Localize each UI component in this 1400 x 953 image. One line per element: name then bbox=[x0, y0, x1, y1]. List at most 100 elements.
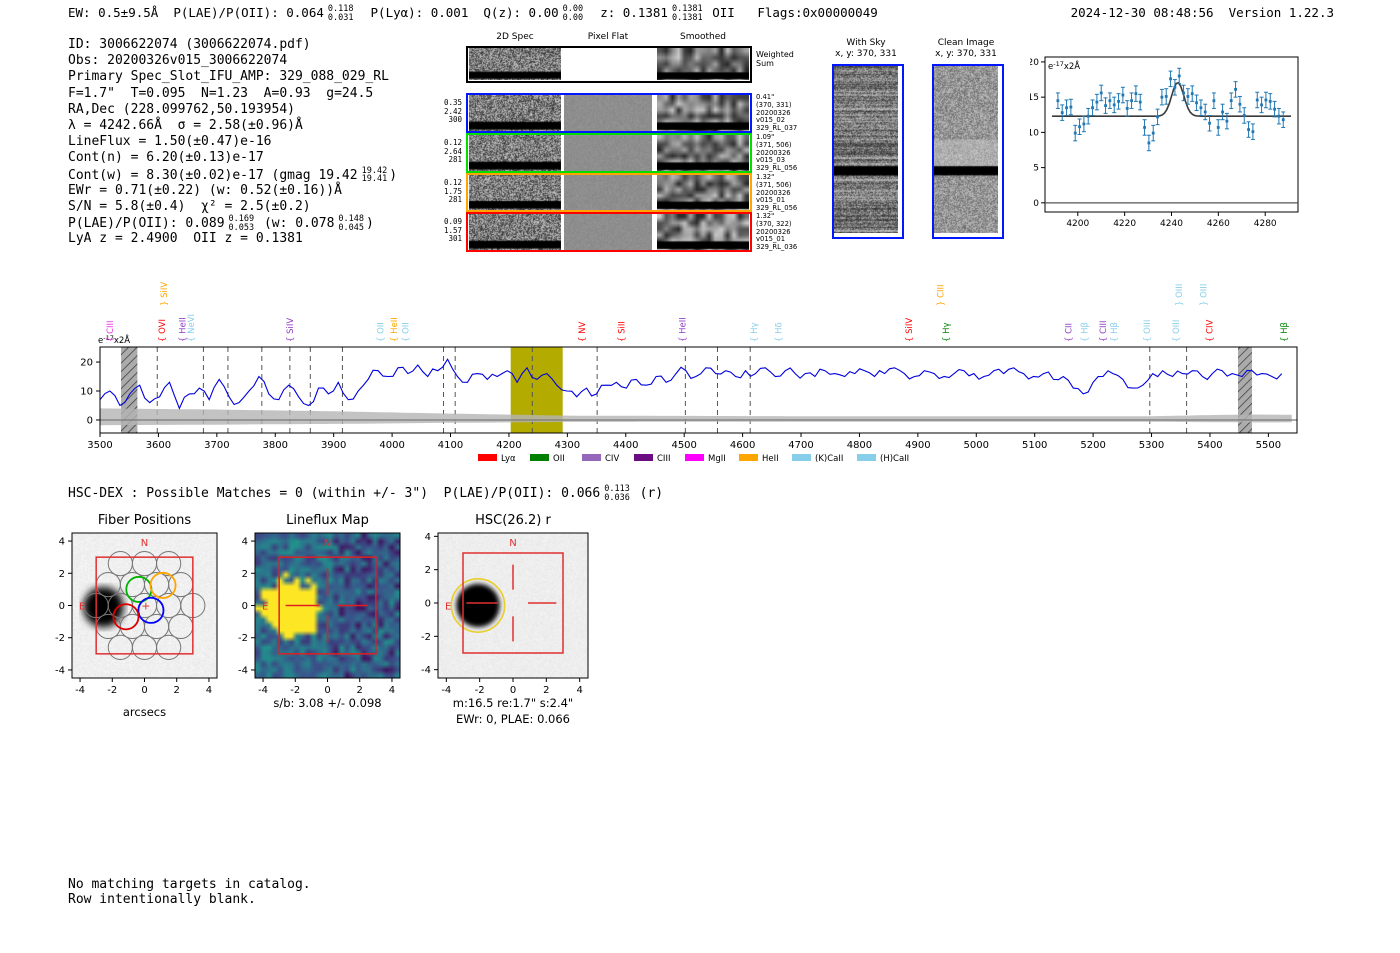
axis-tick-label: 10 bbox=[80, 387, 93, 398]
elixer-report: EW: 0.5±9.5Å P(LAE)/P(OII): 0.064 0.118 0.… bbox=[0, 0, 1400, 953]
hsc-dex-match-line: HSC-DEX : Possible Matches = 0 (within +… bbox=[68, 485, 663, 502]
fiber-cutout-row bbox=[466, 133, 752, 173]
axis-tick-label: 4 bbox=[242, 537, 248, 548]
text-segment: LineFlux = 1.50(±0.47)e-16 bbox=[68, 134, 272, 150]
spectral-line-label: } OIII bbox=[1200, 284, 1210, 306]
axis-tick-label: -4 bbox=[258, 685, 268, 696]
info-line: P(LAE)/P(OII): 0.089 0.169 0.053 (w: 0.078… bbox=[68, 214, 397, 233]
pixel-flat-image bbox=[564, 135, 652, 171]
weighted-sum-label: Weighted Sum bbox=[756, 50, 794, 68]
axis-tick-label: -4 bbox=[441, 685, 451, 696]
spectral-line-label: { HeII bbox=[678, 317, 688, 342]
axis-tick-label: -2 bbox=[475, 685, 485, 696]
axis-tick-label: 4 bbox=[206, 685, 212, 696]
hsc-caption-1: m:16.5 re:1.7" s:2.4" bbox=[452, 696, 574, 710]
axis-tick-label: 5400 bbox=[1197, 440, 1222, 451]
axis-tick-label: -2 bbox=[238, 633, 248, 644]
info-line: Cont(n) = 6.20(±0.13)e-17 bbox=[68, 150, 397, 166]
report-timestamp: 2024-12-30 08:48:56 bbox=[1070, 5, 1214, 20]
axis-tick-label: 3500 bbox=[87, 440, 112, 451]
text-segment: OII Flags:0x00000049 bbox=[704, 5, 878, 20]
axis-tick-label: 5300 bbox=[1139, 440, 1164, 451]
text-segment: Cont(n) = 6.20(±0.13)e-17 bbox=[68, 150, 264, 166]
axis-tick-label: 4300 bbox=[555, 440, 580, 451]
fiber-panel-title: Fiber Positions bbox=[97, 513, 192, 528]
text-segment: LyA z = 2.4900 OII z = 0.1381 bbox=[68, 231, 303, 247]
axis-tick-label: 4280 bbox=[1254, 219, 1277, 229]
axis-tick-label: -4 bbox=[55, 665, 65, 676]
axis-tick-label: 4800 bbox=[847, 440, 872, 451]
smoothed-image bbox=[657, 214, 749, 250]
info-line: Cont(w) = 8.30(±0.02)e-17 (gmag 19.42 19.… bbox=[68, 166, 397, 183]
info-line: RA,Dec (228.099762,50.193954) bbox=[68, 102, 397, 118]
spectral-line-label: { Hβ bbox=[1110, 322, 1120, 342]
spectral-line-label: { HeII bbox=[390, 317, 400, 342]
axis-tick-label: 10 bbox=[1030, 128, 1039, 138]
hsc-caption-2: EWr: 0, PLAE: 0.066 bbox=[456, 712, 570, 726]
legend-label: OII bbox=[553, 454, 565, 464]
axis-tick-label: -4 bbox=[421, 665, 431, 676]
text-segment: Obs: 20200326v015_3006622074 bbox=[68, 53, 288, 69]
smoothed-image bbox=[657, 95, 749, 131]
info-line: EWr = 0.71(±0.22) (w: 0.52(±0.16))Å bbox=[68, 183, 397, 199]
axis-tick-label: 4 bbox=[59, 537, 65, 548]
text-segment: S/N = 5.8(±0.4) χ² = 2.5(±0.2) bbox=[68, 198, 311, 214]
stacked-fraction: 0.118 0.031 bbox=[327, 4, 354, 23]
pixel-flat-image bbox=[564, 95, 652, 131]
axis-tick-label: -4 bbox=[75, 685, 85, 696]
spectral-line-label: { Hβ bbox=[1080, 322, 1090, 342]
info-line: S/N = 5.8(±0.4) χ² = 2.5(±0.2) bbox=[68, 199, 397, 215]
fiber-cutout-row bbox=[466, 212, 752, 252]
axis-tick-label: 5100 bbox=[1022, 440, 1047, 451]
axis-tick-label: 2 bbox=[174, 685, 180, 696]
smoothed-image bbox=[657, 175, 749, 210]
stacked-fraction: 0.113 0.036 bbox=[604, 484, 630, 503]
info-line: Obs: 20200326v015_3006622074 bbox=[68, 53, 397, 69]
pixel-flat-image bbox=[564, 214, 652, 250]
full-spectrum-plot: 3500 3600 3700 3800 3900 4000 4100 4200 4300 4400… bbox=[80, 282, 1298, 464]
spectrum-legend: Lyα OII CIV CIII MgII HeII (K)CaII (H)CaII bbox=[478, 454, 909, 464]
line-fit-zoom-plot: 4200 4220 4240 4260 4280 0 5 10 15 20 e-17x2Å bbox=[1030, 56, 1299, 229]
spectral-line-label: { Hβ bbox=[1280, 322, 1290, 342]
hsc-bg-image bbox=[438, 533, 588, 678]
fiber-bg-image bbox=[72, 533, 217, 678]
info-line: λ = 4242.66Å σ = 2.58(±0.96)Å bbox=[68, 118, 397, 134]
axis-tick-label: 20 bbox=[1030, 58, 1039, 68]
stacked-fraction: 0.169 0.053 bbox=[228, 214, 255, 233]
spectral-line-label: { OII bbox=[376, 322, 386, 342]
stacked-fraction: 0.00 0.00 bbox=[562, 4, 584, 23]
spectral-line-label: { Hγ bbox=[750, 322, 760, 342]
axis-tick-label: 5 bbox=[1033, 164, 1039, 174]
fiber-xlabel: arcsecs bbox=[122, 705, 167, 719]
spectral-line-label: } CIII bbox=[937, 284, 947, 306]
col-title-pixel-flat: Pixel Flat bbox=[587, 32, 629, 42]
col-title-2d-spec: 2D Spec bbox=[496, 32, 534, 42]
axis-tick-label: 2 bbox=[357, 685, 363, 696]
axis-tick-label: 4600 bbox=[730, 440, 755, 451]
axis-tick-label: 3700 bbox=[204, 440, 229, 451]
weighted-sum-row bbox=[466, 46, 752, 83]
with-sky-image bbox=[832, 64, 904, 239]
row-right-meta: 1.32" (370, 322) 20200326 v015_01 329_RL_036 bbox=[756, 212, 798, 252]
axis-tick-label: 5200 bbox=[1080, 440, 1105, 451]
info-line: Primary Spec_Slot_IFU_AMP: 329_088_029_R… bbox=[68, 69, 397, 85]
axis-tick-label: 4 bbox=[389, 685, 395, 696]
axis-tick-label: -2 bbox=[55, 633, 65, 644]
clean-noise-image bbox=[934, 66, 998, 233]
axis-tick-label: 3600 bbox=[146, 440, 171, 451]
2d-spec-image bbox=[469, 48, 561, 80]
legend-label: (H)CaII bbox=[880, 454, 909, 464]
stacked-fraction: 0.148 0.045 bbox=[338, 214, 365, 233]
legend-label: CIII bbox=[657, 454, 670, 464]
spectral-line-label: { CIII bbox=[1099, 320, 1109, 342]
text-segment: F=1.7" T=0.095 N=1.23 A=0.93 g=24.5 bbox=[68, 85, 374, 101]
legend-label: Lyα bbox=[501, 454, 516, 464]
axis-tick-label: 4220 bbox=[1113, 219, 1136, 229]
flux-unit-label: e-17x2Å bbox=[1048, 60, 1080, 72]
text-segment: HSC-DEX : Possible Matches = 0 (within +… bbox=[68, 486, 601, 501]
text-segment: ) bbox=[366, 216, 374, 232]
spectral-line-label: { OVI bbox=[158, 319, 168, 342]
legend-label: MgII bbox=[708, 454, 726, 464]
text-segment: RA,Dec (228.099762,50.193954) bbox=[68, 101, 295, 117]
row-left-stats: 0.12 1.75 281 bbox=[443, 178, 462, 205]
